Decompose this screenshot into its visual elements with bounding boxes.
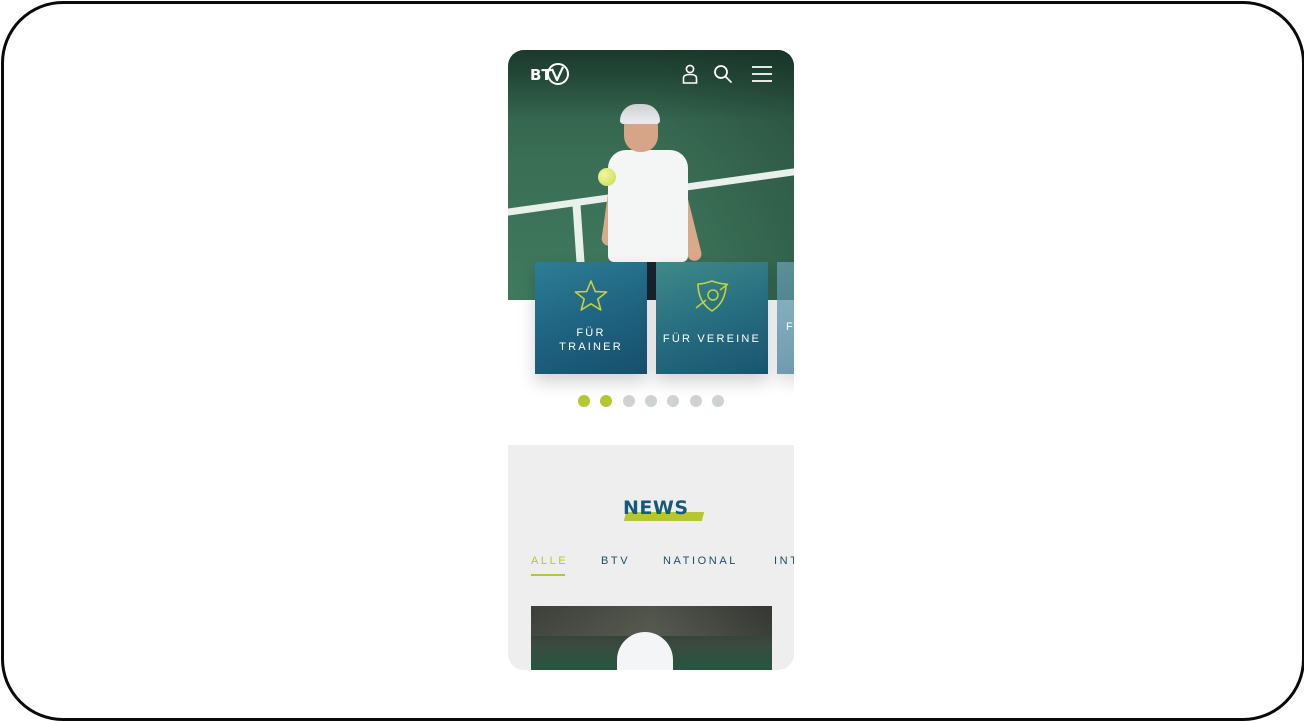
logo-v-mark (547, 63, 569, 85)
carousel-pagination (578, 395, 728, 407)
card-partial[interactable]: F (777, 262, 794, 374)
card-label: F (786, 321, 794, 333)
player-shirt (608, 150, 688, 262)
carousel-dot[interactable] (667, 395, 679, 407)
carousel-dot[interactable] (600, 395, 612, 407)
news-tab-national[interactable]: NATIONAL (663, 555, 738, 567)
carousel-dot[interactable] (623, 395, 635, 407)
player-cap (617, 632, 673, 670)
news-tab-alle[interactable]: ALLE (531, 555, 568, 567)
card-fuer-vereine[interactable]: FÜR VEREINE (656, 262, 768, 374)
carousel-dot[interactable] (690, 395, 702, 407)
card-label-line1: FÜR (576, 327, 606, 339)
card-label-line2: TRAINER (559, 341, 623, 353)
user-icon[interactable] (679, 63, 701, 85)
card-fuer-trainer[interactable]: FÜR TRAINER (535, 262, 647, 374)
carousel-dot[interactable] (712, 395, 724, 407)
btv-logo[interactable]: BT (530, 62, 570, 86)
carousel-dot[interactable] (578, 395, 590, 407)
news-title: NEWS (623, 497, 689, 519)
tennis-ball (598, 168, 616, 186)
active-tab-underline (531, 574, 565, 576)
shield-ball-icon (695, 280, 729, 312)
star-icon (574, 280, 608, 311)
carousel-dot[interactable] (645, 395, 657, 407)
news-section: NEWS ALLE BTV NATIONAL INT (508, 445, 794, 670)
phone-screen: BT FÜR TRAINER FÜR VEREINE F NEWS ALLE B… (508, 50, 794, 670)
news-article-image[interactable] (531, 606, 772, 670)
card-label: FÜR VEREINE (662, 333, 762, 345)
news-tab-int[interactable]: INT (774, 555, 794, 567)
search-icon[interactable] (712, 63, 734, 85)
news-tab-btv[interactable]: BTV (601, 555, 630, 567)
top-header: BT (508, 50, 794, 98)
menu-icon[interactable] (751, 63, 773, 85)
news-heading: NEWS (621, 497, 711, 525)
